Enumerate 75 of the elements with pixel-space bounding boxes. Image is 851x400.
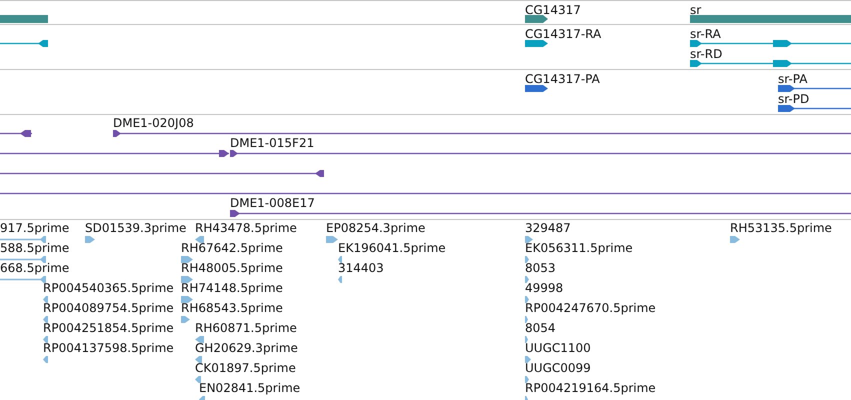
feature-glyph <box>338 256 342 262</box>
feature-glyph <box>181 316 190 322</box>
feature-label: RH53135.5prime <box>730 221 832 235</box>
feature-label: RH60871.5prime <box>195 321 297 335</box>
feature-label: DME1-020J08 <box>113 116 194 130</box>
feature-label: CK01897.5prime <box>195 361 296 375</box>
feature-glyph <box>525 236 533 242</box>
feature-label: CG14317-PA <box>525 72 600 86</box>
feature-label: 8053 <box>525 261 556 275</box>
feature-glyph <box>525 336 528 342</box>
feature-glyph <box>0 276 46 282</box>
feature-glyph <box>181 296 193 302</box>
feature-label: EN02841.5prime <box>199 381 300 395</box>
feature-label: GH20629.3prime <box>195 341 298 355</box>
feature-glyph <box>43 356 48 362</box>
feature-glyph <box>85 236 95 242</box>
feature-label: RP004251854.5prime <box>43 321 174 335</box>
feature-label: 49998 <box>525 281 564 295</box>
feature-glyph <box>730 236 740 242</box>
feature-glyph <box>525 316 528 322</box>
feature-label: RP004540365.5prime <box>43 281 174 295</box>
feature-label: sr-PD <box>778 92 810 106</box>
feature-label: CG14317 <box>525 3 581 17</box>
feature-label: RP004219164.5prime <box>525 381 656 395</box>
feature-label: RH68543.5prime <box>181 301 283 315</box>
feature-label: DME1-015F21 <box>230 136 314 150</box>
feature-glyph <box>195 376 201 382</box>
feature-label: sr <box>690 3 702 17</box>
feature-glyph <box>525 276 529 282</box>
feature-label: RH48005.5prime <box>181 261 283 275</box>
feature-label: UUGC1100 <box>525 341 591 355</box>
feature-glyph <box>195 336 204 342</box>
feature-label: EK196041.5prime <box>338 241 446 255</box>
feature-glyph <box>43 296 48 302</box>
feature-glyph <box>181 276 193 282</box>
feature-glyph <box>525 356 531 362</box>
feature-label: SD01539.3prime <box>85 221 186 235</box>
feature-glyph <box>338 276 342 282</box>
feature-label: RH74148.5prime <box>181 281 283 295</box>
feature-glyph <box>525 15 548 23</box>
feature-label: 8054 <box>525 321 556 335</box>
feature-label: EK056311.5prime <box>525 241 633 255</box>
feature-label: UUGC0099 <box>525 361 591 375</box>
feature-glyph <box>195 356 202 362</box>
feature-glyph <box>43 316 48 322</box>
feature-glyph <box>0 15 48 23</box>
feature-glyph <box>525 84 548 92</box>
feature-label: RP004089754.5prime <box>43 301 174 315</box>
feature-label: RP004247670.5prime <box>525 301 656 315</box>
feature-glyph <box>525 40 548 46</box>
feature-glyph <box>195 236 204 242</box>
feature-glyph <box>525 256 529 262</box>
feature-glyph <box>525 296 529 302</box>
feature-label: sr-PA <box>778 72 808 86</box>
feature-label: sr-RD <box>690 47 722 61</box>
feature-label: RP004137598.5prime <box>43 341 174 355</box>
feature-glyph <box>0 40 48 46</box>
clone-glyph <box>0 130 32 136</box>
feature-label: 314403 <box>338 261 384 275</box>
feature-label: RH43478.5prime <box>195 221 297 235</box>
feature-label: 588.5prime <box>0 241 70 255</box>
feature-label: 329487 <box>525 221 571 235</box>
feature-label: 917.5prime <box>0 221 70 235</box>
feature-label: EP08254.3prime <box>326 221 426 235</box>
feature-glyph <box>0 236 46 242</box>
feature-glyph <box>43 336 48 342</box>
feature-label: DME1-008E17 <box>230 196 315 210</box>
feature-glyph <box>181 256 193 262</box>
feature-glyph <box>326 236 338 242</box>
feature-glyph <box>0 256 46 262</box>
feature-label: RH67642.5prime <box>181 241 283 255</box>
feature-label: sr-RA <box>690 27 721 41</box>
feature-label: CG14317-RA <box>525 27 602 41</box>
feature-label: 668.5prime <box>0 261 70 275</box>
feature-glyph <box>525 376 529 382</box>
